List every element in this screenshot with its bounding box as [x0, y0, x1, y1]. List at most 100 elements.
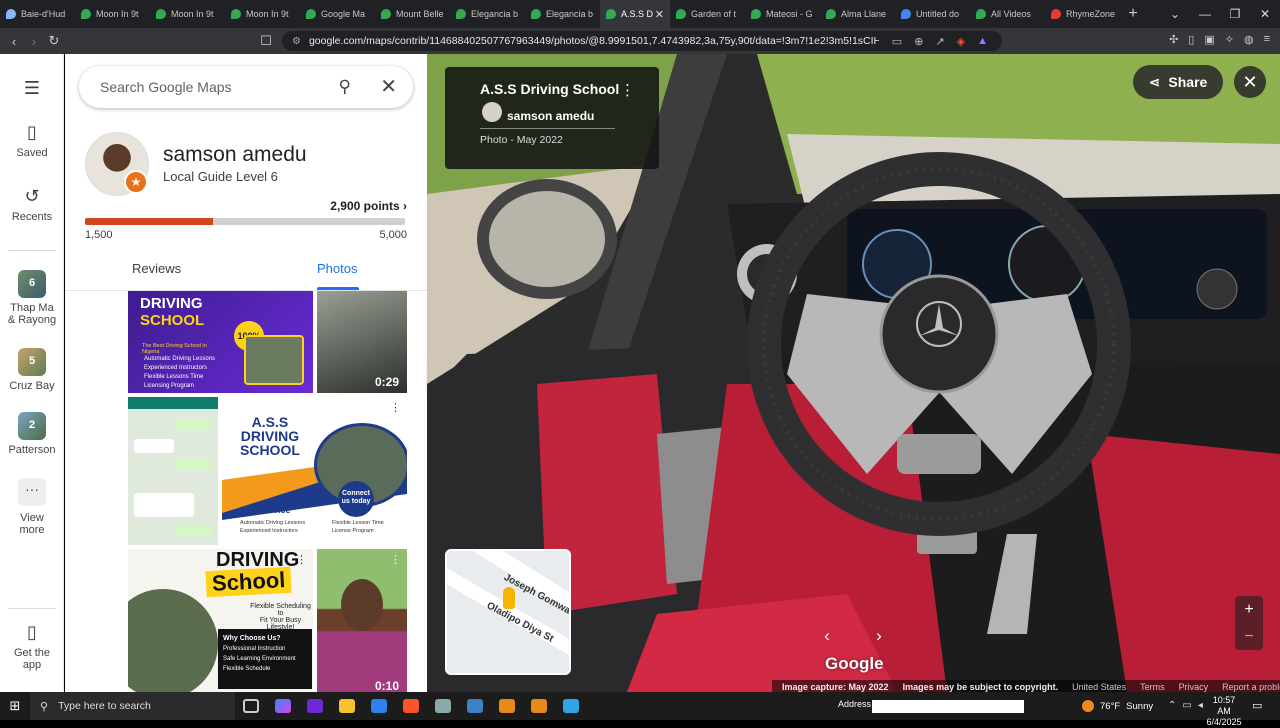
- browser-tab[interactable]: Garden of t: [670, 0, 745, 28]
- points-link[interactable]: 2,900 points ›: [330, 199, 407, 213]
- browser-tab[interactable]: Alma Llane: [820, 0, 895, 28]
- view-more-button[interactable]: ··· View more: [0, 478, 64, 536]
- app-icon[interactable]: [523, 692, 555, 720]
- photo-thumbnail[interactable]: A.S.S DRIVING SCHOOL Connect us today Our…: [222, 397, 407, 545]
- close-icon[interactable]: ✕: [380, 74, 397, 99]
- photo-thumbnail[interactable]: DRIVINGSCHOOL 100% The Best Driving Scho…: [128, 291, 313, 393]
- video-thumbnail[interactable]: 0:10 ⋮: [317, 549, 407, 692]
- place-name[interactable]: A.S.S Driving School: [480, 81, 619, 97]
- browser-tab[interactable]: Mateosi - G: [745, 0, 820, 28]
- menu-icon[interactable]: ≡: [1264, 33, 1270, 46]
- weather-widget[interactable]: 76°F Sunny: [1082, 700, 1153, 712]
- photo-menu-icon[interactable]: ⋮: [390, 553, 401, 566]
- service-item: Flexible Lesson Time: [332, 520, 384, 526]
- photo-menu-icon[interactable]: ⋮: [296, 553, 307, 566]
- extensions-icon[interactable]: ✣: [1169, 33, 1178, 46]
- app-icon[interactable]: [555, 692, 587, 720]
- author-name[interactable]: samson amedu: [507, 109, 594, 123]
- recents-button[interactable]: ↺ Recents: [0, 186, 64, 223]
- browser-tab[interactable]: Moon In 9t: [150, 0, 225, 28]
- tab-search-icon[interactable]: ⌄: [1160, 7, 1190, 21]
- browser-tab[interactable]: Untitled do: [895, 0, 970, 28]
- browser-tab[interactable]: RhymeZone: [1045, 0, 1120, 28]
- recent-place-patterson[interactable]: 2 Patterson: [0, 412, 64, 456]
- browser-tab[interactable]: Elegancia b: [525, 0, 600, 28]
- photo-thumbnail[interactable]: [128, 397, 218, 545]
- address-toolbar-input[interactable]: [872, 700, 1024, 713]
- site-info-icon[interactable]: ⚙: [292, 36, 301, 47]
- close-tab-icon[interactable]: ✕: [655, 8, 664, 21]
- reload-button[interactable]: ↻: [44, 33, 64, 49]
- taskbar-search[interactable]: ⚲ Type here to search: [30, 692, 235, 720]
- author-avatar[interactable]: [482, 102, 502, 122]
- browser-tab[interactable]: All Videos: [970, 0, 1045, 28]
- sidebar-icon[interactable]: ▯: [1188, 33, 1194, 46]
- browser-tab[interactable]: Moon In 9t: [75, 0, 150, 28]
- local-guide-level[interactable]: Local Guide Level 6: [163, 169, 278, 184]
- app-icon[interactable]: [491, 692, 523, 720]
- forward-button[interactable]: ›: [24, 34, 44, 49]
- browser-tab[interactable]: Baie-d'Hud: [0, 0, 75, 28]
- start-button[interactable]: ⊞: [0, 698, 30, 714]
- progress-max-label: 5,000: [379, 229, 407, 241]
- browser-tab[interactable]: A.S.S D ✕: [600, 0, 670, 28]
- clock[interactable]: 10:57 AM 6/4/2025: [1206, 695, 1242, 728]
- tab-reviews[interactable]: Reviews: [132, 261, 181, 276]
- privacy-link[interactable]: Privacy: [1179, 682, 1209, 692]
- app-icon[interactable]: [299, 692, 331, 720]
- file-explorer-icon[interactable]: [331, 692, 363, 720]
- task-view-icon[interactable]: [235, 692, 267, 720]
- app-icon[interactable]: [459, 692, 491, 720]
- main-menu-button[interactable]: ☰: [0, 78, 64, 103]
- browser-tab[interactable]: Moon In 9t: [225, 0, 300, 28]
- vscode-icon[interactable]: [363, 692, 395, 720]
- leo-icon[interactable]: ✧: [1225, 33, 1234, 46]
- minimize-button[interactable]: —: [1190, 7, 1220, 21]
- terms-link[interactable]: Terms: [1140, 682, 1165, 692]
- close-window-button[interactable]: ✕: [1250, 7, 1280, 21]
- zoom-in-button[interactable]: +: [1235, 596, 1263, 623]
- next-photo-button[interactable]: ›: [865, 622, 893, 650]
- close-viewer-button[interactable]: ✕: [1234, 66, 1266, 98]
- system-tray-icons[interactable]: ⌃▭◂: [1168, 700, 1209, 711]
- bookmark-icon[interactable]: ☐: [256, 33, 276, 49]
- address-bar[interactable]: ⚙ google.com/maps/contrib/11468840250776…: [282, 31, 1002, 51]
- notifications-icon[interactable]: ▭: [1252, 699, 1262, 712]
- search-box: ⚲ ✕: [79, 66, 413, 108]
- back-button[interactable]: ‹: [4, 34, 24, 49]
- new-tab-button[interactable]: +: [1120, 5, 1146, 23]
- app-icon[interactable]: [427, 692, 459, 720]
- tab-photos[interactable]: Photos: [317, 261, 357, 276]
- get-app-button[interactable]: ▯ Get the app: [0, 622, 64, 671]
- recent-place-thap-ma[interactable]: 6 Thap Ma & Rayong: [0, 270, 64, 326]
- saved-button[interactable]: ▯ Saved: [0, 122, 64, 159]
- country-link[interactable]: United States: [1072, 682, 1126, 692]
- browser-tab[interactable]: Google Ma: [300, 0, 375, 28]
- more-options-icon[interactable]: ⋮: [620, 81, 635, 99]
- mini-map[interactable]: Joseph Gomwalk S Oladipo Diya St: [445, 549, 571, 675]
- share-button[interactable]: ⋖ Share: [1133, 65, 1223, 99]
- search-icon[interactable]: ⚲: [339, 77, 351, 97]
- browser-tab[interactable]: Mount Belle: [375, 0, 450, 28]
- photo-menu-icon[interactable]: ⋮: [390, 401, 401, 414]
- zoom-icon[interactable]: ⊕: [914, 35, 923, 48]
- brave-browser-icon[interactable]: [395, 692, 427, 720]
- tab-favicon-icon: [976, 9, 986, 19]
- video-thumbnail[interactable]: 0:29: [317, 291, 407, 393]
- previous-photo-button[interactable]: ‹: [813, 622, 841, 650]
- brave-shield-icon[interactable]: ◈: [957, 35, 965, 48]
- browser-tab[interactable]: Elegancia b: [450, 0, 525, 28]
- vpn-icon[interactable]: ◍: [1244, 33, 1254, 46]
- brave-rewards-icon[interactable]: ▲: [977, 35, 988, 47]
- chat-bubble: [174, 525, 212, 535]
- zoom-out-button[interactable]: −: [1235, 623, 1263, 650]
- photo-thumbnail[interactable]: DRIVING School Flexible Scheduling to Fit…: [128, 549, 313, 692]
- search-input[interactable]: [100, 79, 320, 95]
- wallet-icon[interactable]: ▣: [1204, 33, 1214, 46]
- restore-button[interactable]: ❐: [1220, 7, 1250, 21]
- recent-place-cruz-bay[interactable]: 5 Cruz Bay: [0, 348, 64, 392]
- report-problem-link[interactable]: Report a problem: [1222, 682, 1280, 692]
- cast-icon[interactable]: ▭: [892, 35, 902, 48]
- share-page-icon[interactable]: ↗: [935, 35, 944, 48]
- copilot-icon[interactable]: [267, 692, 299, 720]
